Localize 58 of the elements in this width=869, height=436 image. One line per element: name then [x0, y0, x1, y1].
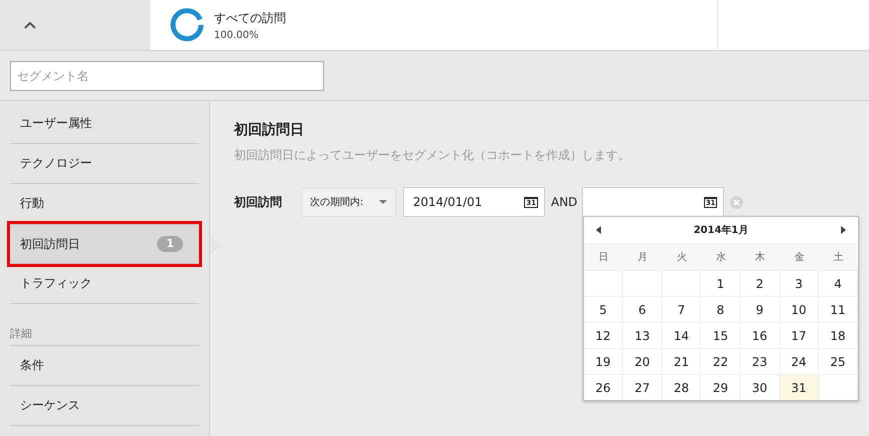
calendar-day[interactable]: 26	[584, 374, 624, 400]
segment-percent: 100.00%	[214, 30, 260, 40]
calendar-day[interactable]: 31	[780, 374, 819, 400]
calendar-day[interactable]: 20	[623, 348, 662, 374]
next-month-icon[interactable]	[840, 226, 846, 234]
weekday-label: 土	[818, 243, 858, 270]
calendar-day[interactable]: 9	[740, 296, 780, 322]
calendar-day[interactable]: 1	[701, 270, 741, 296]
month-title: 2014年1月	[694, 224, 748, 237]
calendar-day[interactable]: 18	[818, 322, 858, 348]
operator-dropdown[interactable]: 次の期間内:	[301, 188, 396, 216]
calendar-day[interactable]: 25	[818, 348, 858, 374]
sidebar-item[interactable]: ユーザー属性	[10, 104, 199, 144]
weekday-label: 火	[662, 243, 702, 270]
empty-day-cell	[584, 270, 624, 296]
calendar-day[interactable]: 10	[780, 296, 819, 322]
calendar-day[interactable]: 29	[701, 374, 741, 400]
calendar-day[interactable]: 5	[584, 296, 624, 322]
section-heading: 詳細	[10, 326, 199, 346]
calendar-day[interactable]: 16	[740, 322, 780, 348]
sidebar-item[interactable]: 条件	[10, 346, 199, 386]
section-description: 初回訪問日によってユーザーをセグメント化（コホートを作成）します。	[234, 147, 631, 164]
weekday-label: 日	[584, 243, 624, 270]
caret-icon	[379, 200, 387, 204]
conjunction-label: AND	[551, 195, 578, 209]
calendar-day[interactable]: 13	[623, 322, 662, 348]
sidebar-item[interactable]: テクノロジー	[10, 144, 199, 184]
calendar-day[interactable]: 14	[662, 322, 702, 348]
calendar-day[interactable]: 27	[623, 374, 662, 400]
calendar-day[interactable]: 7	[662, 296, 702, 322]
sidebar-item[interactable]: トラフィック	[10, 264, 199, 304]
weekday-label: 月	[623, 243, 662, 270]
sidebar-item[interactable]: シーケンス	[10, 386, 199, 426]
calendar-day[interactable]: 21	[662, 348, 702, 374]
calendar-day[interactable]: 12	[584, 322, 624, 348]
count-badge: 1	[157, 236, 183, 252]
calendar-day[interactable]: 6	[623, 296, 662, 322]
segment-name-field[interactable]: セグメント名	[10, 60, 324, 90]
calendar-day[interactable]: 3	[780, 270, 819, 296]
segment-title: すべての訪問	[214, 10, 286, 26]
chevron-up-icon	[24, 21, 36, 29]
calendar-day[interactable]: 17	[780, 322, 819, 348]
filter-label: 初回訪問	[234, 194, 283, 210]
calendar-day[interactable]: 19	[584, 348, 624, 374]
calendar-day[interactable]: 2	[740, 270, 780, 296]
calendar-day[interactable]: 4	[818, 270, 858, 296]
calendar-day[interactable]: 22	[701, 348, 741, 374]
previous-month-icon[interactable]	[596, 226, 601, 234]
weekday-label: 水	[701, 243, 741, 270]
weekday-label: 金	[780, 243, 819, 270]
calendar-day[interactable]: 23	[740, 348, 780, 374]
calendar-day[interactable]: 15	[701, 322, 741, 348]
donut-icon	[170, 8, 204, 42]
section-title: 初回訪問日	[234, 121, 305, 139]
calendar-day[interactable]: 11	[818, 296, 858, 322]
calendar-day[interactable]: 28	[662, 374, 702, 400]
calendar-day[interactable]: 8	[701, 296, 741, 322]
weekday-label: 木	[740, 243, 780, 270]
